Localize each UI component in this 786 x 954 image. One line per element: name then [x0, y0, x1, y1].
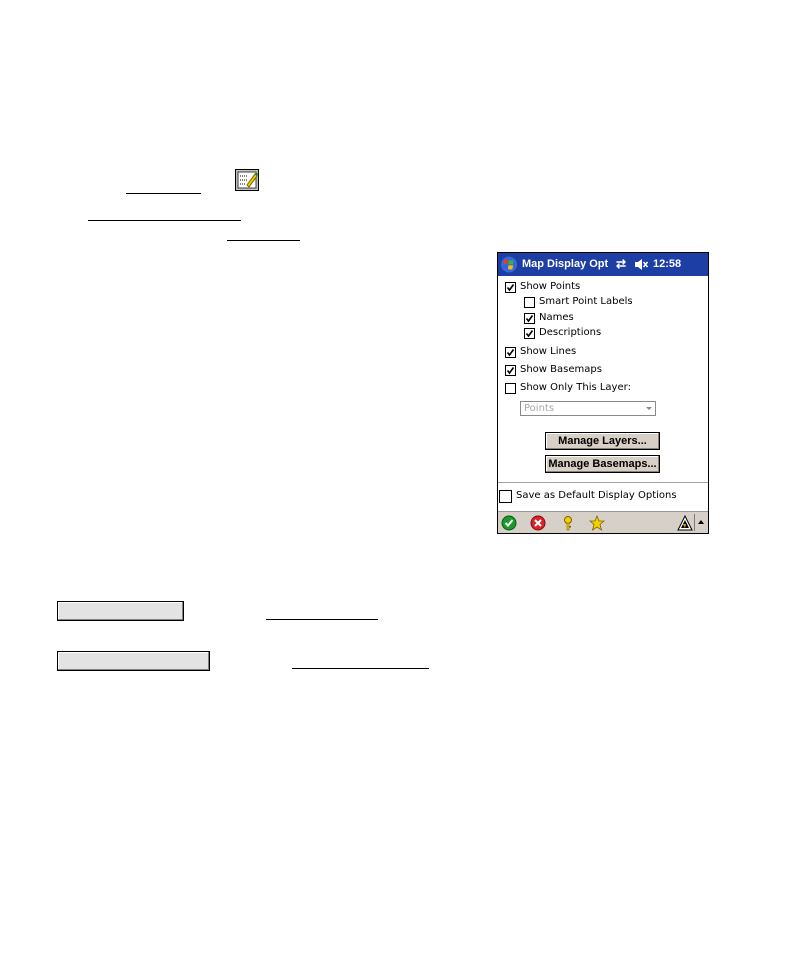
show-points-label: Show Points: [520, 281, 581, 292]
manage-layers-button[interactable]: Manage Layers...: [545, 432, 660, 450]
save-default-label: Save as Default Display Options: [516, 490, 677, 501]
smart-point-labels-label: Smart Point Labels: [539, 296, 633, 307]
manage-basemaps-button[interactable]: Manage Basemaps...: [545, 455, 660, 473]
cancel-x-icon[interactable]: [530, 515, 546, 531]
help-key-icon[interactable]: [560, 515, 576, 531]
descriptions-checkbox[interactable]: [524, 328, 535, 339]
names-checkbox[interactable]: [524, 313, 535, 324]
clock[interactable]: 12:58: [653, 258, 681, 270]
map-display-options-window: Map Display Option ⇄ 12:58 Show Points S…: [497, 252, 709, 534]
doc-button-placeholder-2: [57, 651, 210, 671]
layer-select-value: Points: [524, 403, 555, 414]
speaker-muted-icon[interactable]: [634, 258, 648, 271]
command-bar: [498, 511, 708, 533]
doc-underline-4: [266, 619, 378, 620]
show-lines-label: Show Lines: [520, 346, 577, 357]
star-icon[interactable]: [589, 515, 605, 531]
doc-underline-1: [126, 193, 201, 194]
windows-flag-icon[interactable]: [500, 256, 518, 273]
doc-underline-5: [292, 668, 429, 669]
show-basemaps-label: Show Basemaps: [520, 364, 602, 375]
divider: [498, 482, 708, 483]
show-points-checkbox[interactable]: [505, 282, 516, 293]
smart-point-labels-checkbox[interactable]: [524, 297, 535, 308]
ok-check-icon[interactable]: [501, 515, 517, 531]
show-basemaps-checkbox[interactable]: [505, 365, 516, 376]
doc-underline-2: [88, 220, 241, 221]
save-default-checkbox[interactable]: [499, 490, 512, 503]
input-panel-icon[interactable]: [677, 515, 693, 531]
descriptions-label: Descriptions: [539, 327, 602, 338]
chevron-down-icon: [646, 407, 652, 410]
show-only-this-layer-checkbox[interactable]: [505, 383, 516, 394]
show-only-this-layer-label: Show Only This Layer:: [520, 382, 631, 393]
doc-button-placeholder-1: [57, 601, 184, 621]
layer-select[interactable]: Points: [520, 401, 656, 416]
sync-icon[interactable]: ⇄: [616, 257, 626, 271]
display-options-icon: [235, 169, 259, 191]
window-title: Map Display Option: [522, 258, 608, 270]
title-bar: Map Display Option ⇄ 12:58: [498, 253, 708, 276]
names-label: Names: [539, 312, 574, 323]
divider: [694, 514, 695, 531]
doc-underline-3: [227, 240, 300, 241]
chevron-up-icon[interactable]: [698, 520, 704, 524]
show-lines-checkbox[interactable]: [505, 347, 516, 358]
